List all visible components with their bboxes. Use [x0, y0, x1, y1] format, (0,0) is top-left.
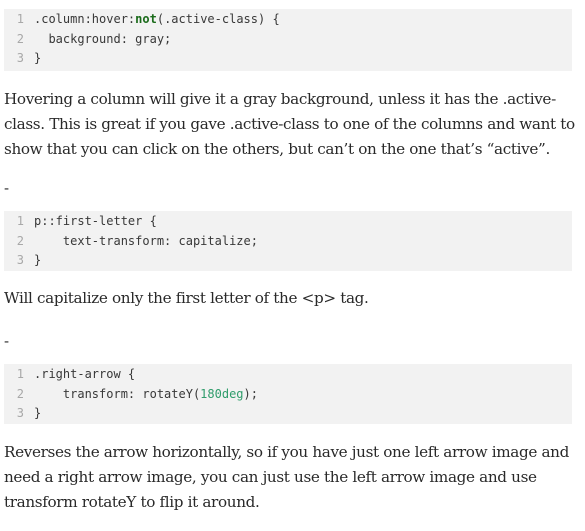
line-number: 2 — [16, 233, 24, 248]
code-block-2: 1 p::first-letter { 2 text-transform: cap… — [4, 211, 572, 271]
code-text: transform: rotateY(180deg); — [34, 385, 572, 405]
code-line: 2 background: gray; — [4, 30, 572, 50]
line-number: 2 — [16, 31, 24, 46]
code-text: } — [34, 406, 42, 420]
line-number: 1 — [16, 12, 24, 26]
code-line: 2 transform: rotateY(180deg); — [4, 385, 572, 405]
line-number: 3 — [16, 406, 24, 420]
separator-2: - — [4, 332, 10, 350]
line-number: 2 — [16, 386, 24, 401]
line-number: 1 — [16, 214, 24, 228]
code-text: p::first-letter { — [34, 214, 157, 228]
code-text: .column:hover:not(.active-class) { — [34, 10, 572, 30]
code-block-3: 1 .right-arrow { 2 transform: rotateY(180… — [4, 364, 572, 424]
code-block-1: 1 .column:hover:not(.active-class) { 2 ba… — [4, 9, 572, 71]
code-token: .column:hover: — [34, 12, 136, 26]
code-line: 2 text-transform: capitalize; — [4, 232, 572, 252]
separator-1: - — [4, 179, 10, 197]
code-text: } — [34, 51, 42, 65]
code-number: 180deg — [200, 386, 244, 401]
paragraph-2: Will capitalize only the first letter of… — [4, 289, 369, 307]
code-text: .right-arrow { — [34, 367, 136, 381]
line-number: 3 — [16, 51, 24, 65]
code-line: 3} — [4, 251, 572, 271]
code-line: 3} — [4, 49, 572, 69]
line-number: 1 — [16, 367, 24, 381]
paragraph-3: Reverses the arrow horizontally, so if y… — [4, 443, 569, 511]
paragraph-1: Hovering a column will give it a gray ba… — [4, 90, 575, 158]
code-line: 1 .right-arrow { — [4, 365, 572, 385]
code-token: (.active-class) { — [156, 12, 280, 26]
code-text: text-transform: capitalize; — [34, 233, 258, 248]
line-number: 3 — [16, 253, 24, 267]
code-line: 3} — [4, 404, 572, 424]
code-text: } — [34, 253, 42, 267]
code-line: 1 p::first-letter { — [4, 212, 572, 232]
code-keyword: not — [135, 12, 157, 26]
code-text: background: gray; — [34, 31, 172, 46]
code-line: 1 .column:hover:not(.active-class) { — [4, 10, 572, 30]
code-token: transform: rotateY( — [34, 386, 201, 401]
code-token: ); — [243, 386, 258, 401]
